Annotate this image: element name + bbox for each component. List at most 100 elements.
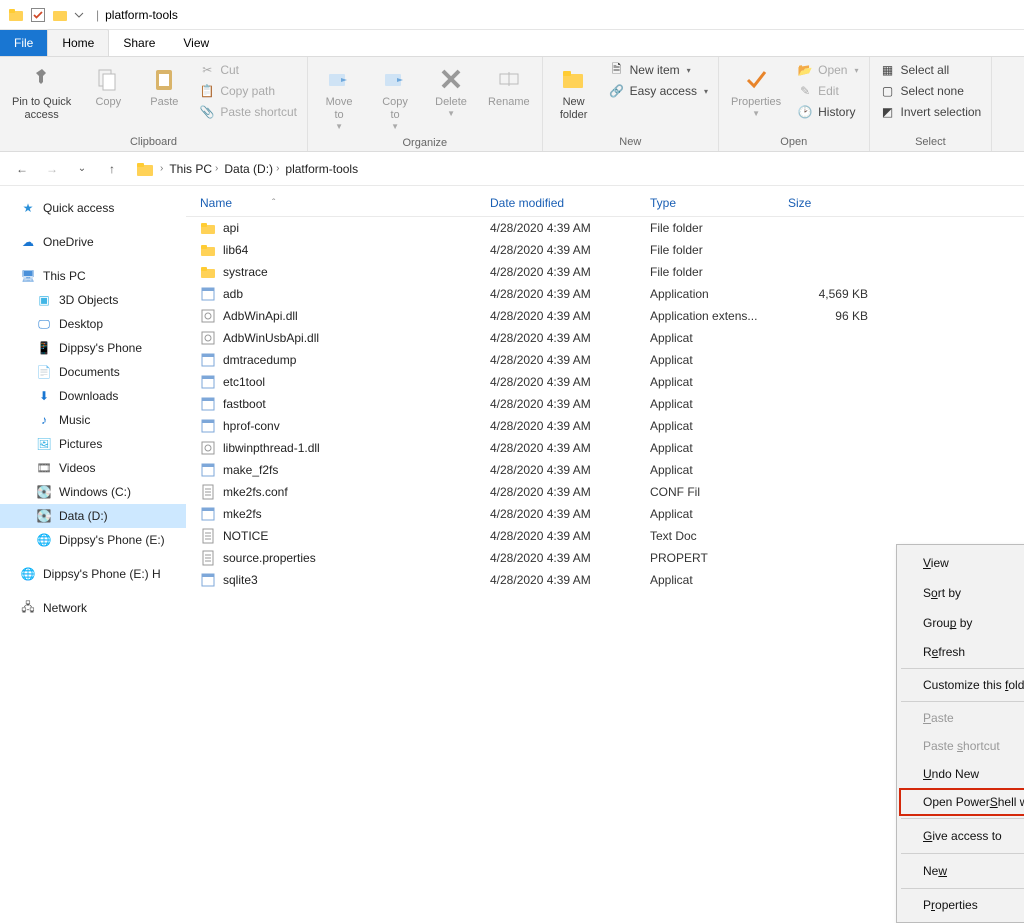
select-none-button[interactable]: ▢Select none [876, 82, 986, 100]
properties-icon [742, 65, 770, 93]
ctx-properties[interactable]: Properties [899, 891, 1024, 919]
paste-shortcut-icon: 📎 [199, 104, 215, 120]
sidebar-network[interactable]: 🖧Network [0, 596, 186, 620]
copy-path-icon: 📋 [199, 83, 215, 99]
paste-button[interactable]: Paste [139, 61, 189, 113]
new-item-button[interactable]: 🗎New item ▾ [605, 61, 712, 79]
properties-button[interactable]: Properties▼ [725, 61, 787, 122]
select-all-button[interactable]: ▦Select all [876, 61, 986, 79]
tab-home[interactable]: Home [47, 29, 109, 56]
open-button[interactable]: 📂Open ▾ [793, 61, 862, 79]
file-row[interactable]: hprof-conv4/28/2020 4:39 AMApplicat [200, 415, 1010, 437]
sidebar-this-pc[interactable]: 🖥This PC [0, 264, 186, 288]
file-row[interactable]: api4/28/2020 4:39 AMFile folder [200, 217, 1010, 239]
file-icon [200, 286, 216, 302]
sidebar-documents[interactable]: 📄Documents [0, 360, 186, 384]
file-row[interactable]: mke2fs.conf4/28/2020 4:39 AMCONF Fil [200, 481, 1010, 503]
ctx-group-by[interactable]: Group by› [899, 608, 1024, 638]
window-title: platform-tools [105, 8, 178, 22]
ctx-separator [901, 888, 1024, 889]
sidebar-drive-e[interactable]: 🌐Dippsy's Phone (E:) [0, 528, 186, 552]
move-icon [325, 65, 353, 93]
sidebar-drive-c[interactable]: 💽Windows (C:) [0, 480, 186, 504]
file-row[interactable]: systrace4/28/2020 4:39 AMFile folder [200, 261, 1010, 283]
ctx-refresh[interactable]: Refresh [899, 638, 1024, 666]
file-size: 4,569 KB [788, 287, 868, 301]
file-name: fastboot [223, 397, 266, 411]
recent-dropdown[interactable]: ⌄ [70, 157, 94, 181]
history-button[interactable]: 🕑History [793, 103, 862, 121]
copy-path-button[interactable]: 📋Copy path [195, 82, 301, 100]
tab-file[interactable]: File [0, 30, 47, 56]
file-row[interactable]: lib644/28/2020 4:39 AMFile folder [200, 239, 1010, 261]
file-row[interactable]: fastboot4/28/2020 4:39 AMApplicat [200, 393, 1010, 415]
sidebar-phone[interactable]: 📱Dippsy's Phone [0, 336, 186, 360]
breadcrumb-2[interactable]: platform-tools [285, 162, 358, 176]
sidebar-quick-access[interactable]: ★Quick access [0, 196, 186, 220]
file-row[interactable]: dmtracedump4/28/2020 4:39 AMApplicat [200, 349, 1010, 371]
file-row[interactable]: etc1tool4/28/2020 4:39 AMApplicat [200, 371, 1010, 393]
breadcrumb-0[interactable]: This PC› [169, 162, 218, 176]
col-date[interactable]: Date modified [490, 196, 650, 210]
file-list-area[interactable]: Nameˆ Date modified Type Size api4/28/20… [186, 186, 1024, 731]
file-date: 4/28/2020 4:39 AM [490, 551, 650, 565]
file-row[interactable]: libwinpthread-1.dll4/28/2020 4:39 AMAppl… [200, 437, 1010, 459]
videos-icon: 🎞 [36, 460, 52, 476]
rename-button[interactable]: Rename [482, 61, 536, 113]
copy-button[interactable]: Copy [83, 61, 133, 113]
breadcrumb-1[interactable]: Data (D:)› [224, 162, 279, 176]
cut-button[interactable]: ✂Cut [195, 61, 301, 79]
ctx-open-powershell[interactable]: Open PowerShell window here [899, 788, 1024, 816]
sidebar-music[interactable]: ♪Music [0, 408, 186, 432]
file-row[interactable]: NOTICE4/28/2020 4:39 AMText Doc [200, 525, 1010, 547]
file-type: PROPERT [650, 551, 788, 565]
copy-to-button[interactable]: Copy to▼ [370, 61, 420, 135]
sidebar-drive-d[interactable]: 💽Data (D:) [0, 504, 186, 528]
group-organize-label: Organize [314, 135, 536, 151]
file-row[interactable]: AdbWinUsbApi.dll4/28/2020 4:39 AMApplica… [200, 327, 1010, 349]
col-size[interactable]: Size [788, 196, 868, 210]
qat-dropdown-icon[interactable] [74, 7, 84, 23]
file-row[interactable]: mke2fs4/28/2020 4:39 AMApplicat [200, 503, 1010, 525]
back-button[interactable]: ← [10, 157, 34, 181]
sidebar-downloads[interactable]: ⬇Downloads [0, 384, 186, 408]
file-date: 4/28/2020 4:39 AM [490, 507, 650, 521]
file-row[interactable]: source.properties4/28/2020 4:39 AMPROPER… [200, 547, 1010, 569]
address-bar[interactable]: › This PC› Data (D:)› platform-tools [136, 160, 358, 178]
file-icon [200, 550, 216, 566]
up-button[interactable]: ↑ [100, 157, 124, 181]
col-name[interactable]: Nameˆ [200, 196, 490, 210]
sidebar-videos[interactable]: 🎞Videos [0, 456, 186, 480]
file-row[interactable]: sqlite34/28/2020 4:39 AMApplicat [200, 569, 1010, 591]
ctx-undo[interactable]: Undo NewCtrl+Z [899, 760, 1024, 788]
tab-share[interactable]: Share [109, 30, 169, 56]
sidebar-pictures[interactable]: 🖼Pictures [0, 432, 186, 456]
file-row[interactable]: make_f2fs4/28/2020 4:39 AMApplicat [200, 459, 1010, 481]
sidebar-phone-e-h[interactable]: 🌐Dippsy's Phone (E:) H [0, 562, 186, 586]
crumb-dropdown[interactable]: › [160, 163, 163, 174]
invert-selection-button[interactable]: ◩Invert selection [876, 103, 986, 121]
ctx-give-access[interactable]: Give access to› [899, 821, 1024, 851]
move-to-button[interactable]: Move to▼ [314, 61, 364, 135]
pin-to-quick-access-button[interactable]: Pin to Quick access [6, 61, 77, 126]
new-folder-button[interactable]: New folder [549, 61, 599, 126]
edit-button[interactable]: ✎Edit [793, 82, 862, 100]
forward-button[interactable]: → [40, 157, 64, 181]
sidebar-desktop[interactable]: 🖵Desktop [0, 312, 186, 336]
title-bar: | platform-tools [0, 0, 1024, 30]
scissors-icon: ✂ [199, 62, 215, 78]
ctx-view[interactable]: View› [899, 548, 1024, 578]
ctx-customize[interactable]: Customize this folder... [899, 671, 1024, 699]
file-row[interactable]: adb4/28/2020 4:39 AMApplication4,569 KB [200, 283, 1010, 305]
file-row[interactable]: AdbWinApi.dll4/28/2020 4:39 AMApplicatio… [200, 305, 1010, 327]
easy-access-button[interactable]: 🔗Easy access ▾ [605, 82, 712, 100]
tab-view[interactable]: View [169, 30, 223, 56]
paste-shortcut-button[interactable]: 📎Paste shortcut [195, 103, 301, 121]
sidebar-3d-objects[interactable]: ▣3D Objects [0, 288, 186, 312]
ctx-new[interactable]: New› [899, 856, 1024, 886]
delete-button[interactable]: Delete▼ [426, 61, 476, 122]
sidebar-onedrive[interactable]: ☁OneDrive [0, 230, 186, 254]
qat-check-icon[interactable] [30, 7, 46, 23]
ctx-sort-by[interactable]: Sort by› [899, 578, 1024, 608]
col-type[interactable]: Type [650, 196, 788, 210]
